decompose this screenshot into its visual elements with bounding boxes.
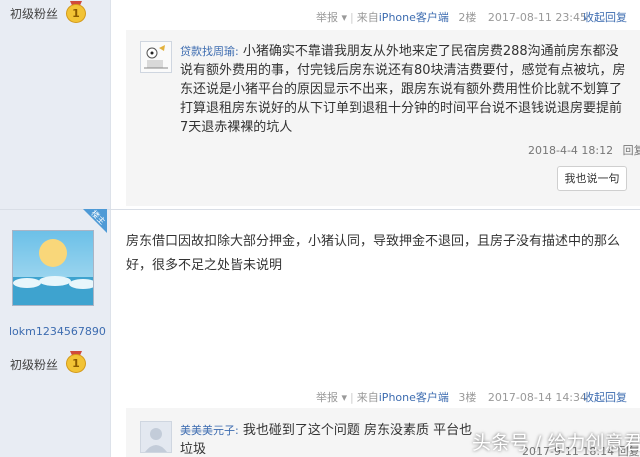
cartoon-avatar-icon: [141, 42, 171, 72]
post-meta-row: 举报 ▾ | 来自iPhone客户端 2楼 2017-08-11 23:45: [316, 11, 588, 24]
reply-time: 2018-4-4 18:12: [528, 144, 614, 157]
post-time: 2017-08-11 23:45: [487, 11, 588, 24]
post-username[interactable]: lokm1234567890: [9, 325, 106, 338]
user-sidebar: [0, 0, 110, 457]
reply-item: 贷款找周瑜: 小猪确实不靠谱我朋友从外地来定了民宿房费288沟通前房东都没说有额…: [180, 42, 628, 137]
reply-link[interactable]: 回复: [623, 144, 640, 157]
fan-medal-icon[interactable]: 1: [66, 351, 86, 373]
fan-medal-icon[interactable]: 1: [66, 1, 86, 23]
default-avatar-icon: [141, 422, 171, 452]
client-link[interactable]: iPhone客户端: [379, 391, 449, 404]
floor-number: 3楼: [458, 391, 477, 404]
floor-number: 2楼: [458, 11, 477, 24]
chevron-down-icon[interactable]: ▾: [338, 11, 347, 24]
post-time: 2017-08-14 14:34: [487, 391, 588, 404]
report-link[interactable]: 举报: [316, 11, 338, 24]
collapse-replies-link[interactable]: 收起回复: [583, 11, 627, 24]
watermark-text: 头条号 / 给力创意君: [472, 432, 640, 454]
reply-avatar[interactable]: [140, 421, 172, 453]
reply-username[interactable]: 贷款找周瑜:: [180, 45, 239, 58]
reply-content: 小猪确实不靠谱我朋友从外地来定了民宿房费288沟通前房东都没说有额外费用的事，付…: [180, 44, 626, 135]
report-link[interactable]: 举报: [316, 391, 338, 404]
reply-username[interactable]: 美美美元子:: [180, 424, 239, 437]
reply-avatar[interactable]: [140, 41, 172, 73]
client-link[interactable]: iPhone客户端: [379, 11, 449, 24]
post-meta-row: 举报 ▾ | 来自iPhone客户端 3楼 2017-08-14 14:34: [316, 391, 588, 404]
collapse-replies-link[interactable]: 收起回复: [583, 391, 627, 404]
post-content: 房东借口因故扣除大部分押金，小猪认同，导致押金不退回，且房子没有描述中的那么好，…: [126, 234, 621, 273]
chevron-down-icon[interactable]: ▾: [338, 391, 347, 404]
landscape-avatar-icon: [13, 231, 93, 305]
column-divider: [110, 0, 111, 457]
say-something-button[interactable]: 我也说一句: [557, 166, 627, 191]
user-avatar[interactable]: [12, 230, 94, 306]
reply-item: 美美美元子: 我也碰到了这个问题 房东没素质 平台也垃圾: [180, 421, 480, 457]
fan-level-label: 初级粉丝: [10, 358, 59, 372]
fan-level-label: 初级粉丝: [10, 7, 59, 21]
